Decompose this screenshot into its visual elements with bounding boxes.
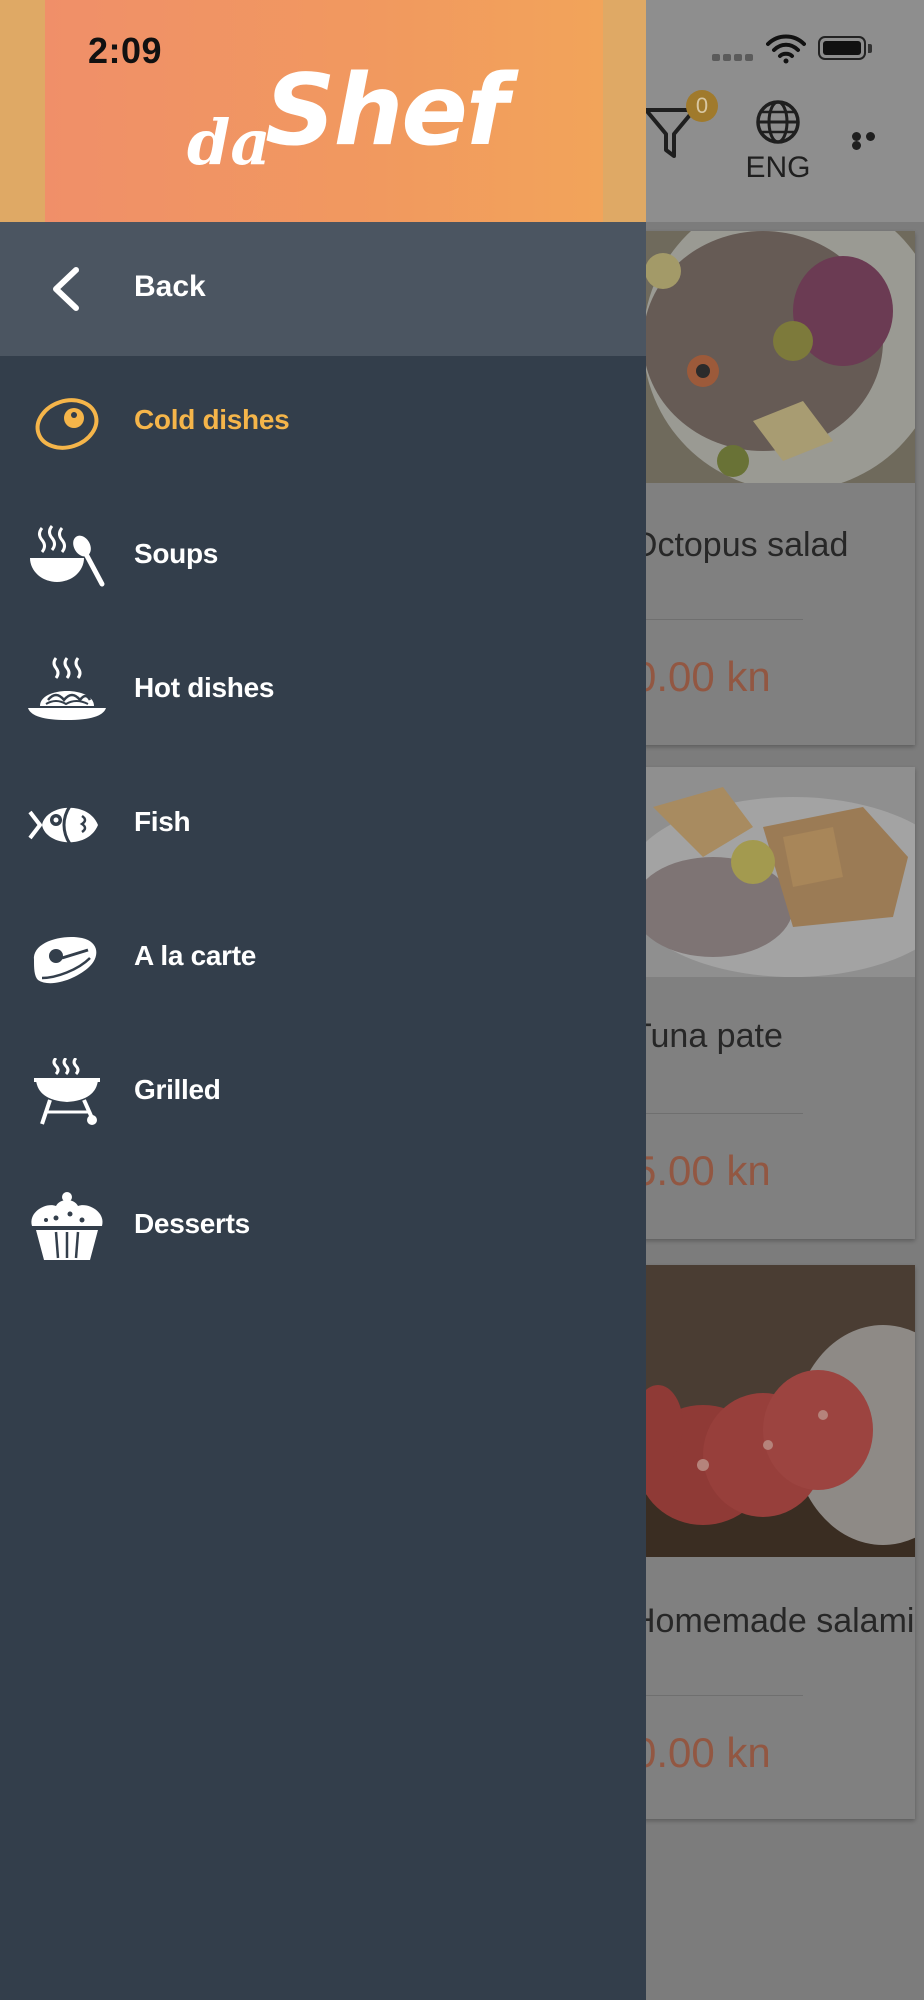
menu-item-hot-dishes[interactable]: Hot dishes: [0, 624, 646, 758]
dish-image: [643, 767, 915, 977]
soup-bowl-icon: [30, 525, 105, 587]
chevron-left-icon: [53, 267, 79, 311]
divider: [643, 1113, 803, 1114]
grill-icon: [34, 1058, 100, 1125]
more-options-icon[interactable]: [852, 132, 890, 150]
dish-card[interactable]: Homemade salami 0.00 kn: [643, 1265, 915, 1819]
dish-name: Octopus salad: [643, 526, 849, 564]
menu-item-label: Desserts: [134, 1208, 250, 1239]
dish-price: 0.00 kn: [643, 1729, 771, 1776]
menu-item-label: Soups: [134, 538, 219, 569]
dish-card[interactable]: Octopus salad 0.00 kn: [643, 231, 915, 745]
dish-price: 0.00 kn: [643, 653, 771, 700]
filter-count-badge: 0: [686, 90, 718, 122]
fish-icon: [28, 805, 98, 845]
language-label: ENG: [745, 151, 811, 184]
hot-dishes-icon: [28, 657, 106, 720]
globe-icon: [756, 100, 800, 144]
steak-icon: [33, 936, 97, 984]
dish-image: [643, 1265, 915, 1557]
menu-item-label: Fish: [134, 806, 191, 837]
side-drawer: da Shef Back Cold dishes Soups Hot dishe…: [0, 0, 646, 2000]
divider: [643, 1695, 803, 1696]
dish-card[interactable]: Tuna pate 5.00 kn: [643, 767, 915, 1239]
dish-name: Tuna pate: [643, 1017, 783, 1055]
cupcake-icon: [31, 1192, 103, 1260]
menu-item-label: Grilled: [134, 1074, 221, 1105]
back-label: Back: [134, 270, 206, 303]
cellular-signal-icon: [712, 54, 756, 62]
menu-item-grilled[interactable]: Grilled: [0, 1026, 646, 1160]
menu-item-desserts[interactable]: Desserts: [0, 1160, 646, 1294]
dish-price: 5.00 kn: [643, 1147, 771, 1194]
category-menu: Cold dishes Soups Hot dishes Fish A la c…: [0, 356, 646, 1294]
filter-button[interactable]: 0: [642, 90, 718, 170]
menu-item-soups[interactable]: Soups: [0, 490, 646, 624]
cold-dishes-icon: [35, 398, 99, 450]
menu-item-cold-dishes[interactable]: Cold dishes: [0, 356, 646, 490]
dish-name: Homemade salami: [643, 1602, 915, 1640]
menu-item-label: Hot dishes: [134, 672, 275, 703]
battery-icon: [818, 36, 874, 62]
menu-item-label: Cold dishes: [134, 404, 290, 435]
menu-item-fish[interactable]: Fish: [0, 758, 646, 892]
dish-image: [643, 231, 915, 483]
status-time: 2:09: [88, 30, 163, 71]
divider: [643, 619, 803, 620]
dashef-logo: da Shef: [187, 54, 508, 179]
language-button[interactable]: ENG: [740, 98, 816, 185]
menu-item-a-la-carte[interactable]: A la carte: [0, 892, 646, 1026]
wifi-icon: [766, 34, 806, 64]
menu-item-label: A la carte: [134, 940, 257, 971]
back-button[interactable]: Back: [0, 222, 646, 356]
